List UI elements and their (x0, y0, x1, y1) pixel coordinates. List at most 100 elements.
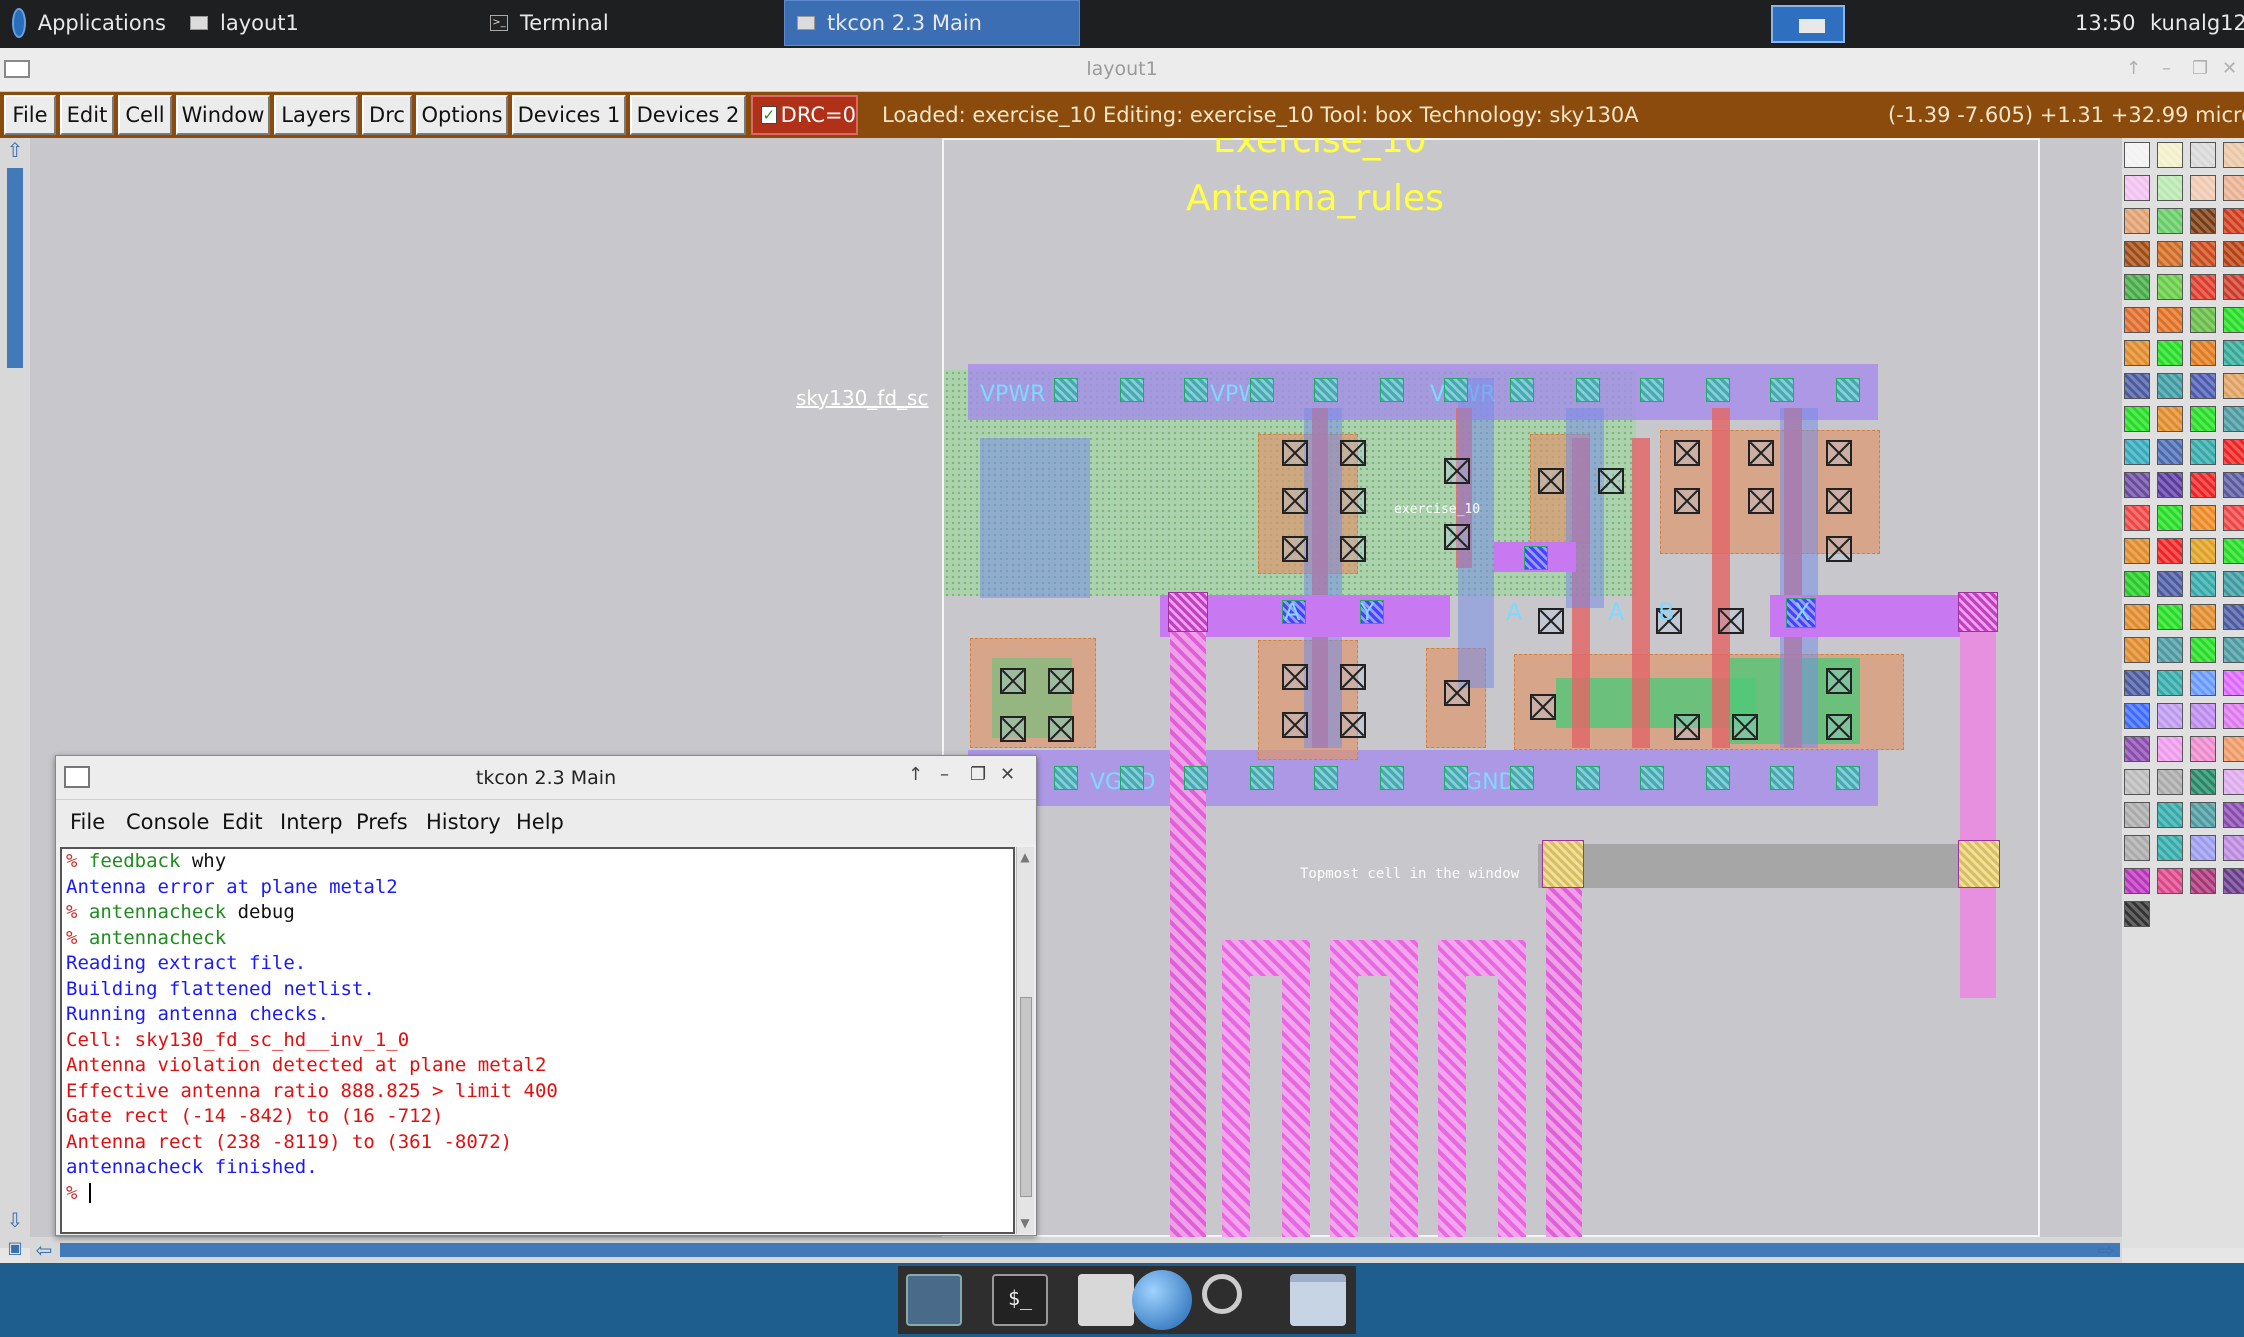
layer-swatch[interactable] (2124, 637, 2150, 663)
show-desktop-icon[interactable] (906, 1274, 962, 1326)
layer-swatch[interactable] (2157, 505, 2183, 531)
layer-swatch[interactable] (2223, 604, 2244, 630)
user-menu[interactable]: kunalg12 (2150, 0, 2244, 46)
menu-devices-1[interactable]: Devices 1 (512, 95, 626, 135)
layer-swatch[interactable] (2124, 505, 2150, 531)
layer-swatch[interactable] (2157, 571, 2183, 597)
console-scroll-thumb[interactable] (1020, 997, 1032, 1197)
layer-swatch[interactable] (2223, 406, 2244, 432)
layer-swatch[interactable] (2124, 472, 2150, 498)
layer-swatch[interactable] (2190, 208, 2216, 234)
layer-swatch[interactable] (2157, 637, 2183, 663)
close-icon[interactable]: ✕ (2222, 58, 2237, 79)
horizontal-scroll-thumb[interactable] (60, 1243, 2120, 1257)
menu-window[interactable]: Window (176, 95, 270, 135)
layer-swatch[interactable] (2223, 373, 2244, 399)
layer-swatch[interactable] (2157, 703, 2183, 729)
layer-swatch[interactable] (2124, 373, 2150, 399)
layer-swatch[interactable] (2124, 802, 2150, 828)
layer-swatch[interactable] (2223, 142, 2244, 168)
layer-swatch[interactable] (2157, 769, 2183, 795)
layer-swatch[interactable] (2190, 439, 2216, 465)
tk-menu-history[interactable]: History (426, 810, 501, 834)
menu-layers[interactable]: Layers (274, 95, 358, 135)
layer-swatch[interactable] (2223, 307, 2244, 333)
layer-swatch[interactable] (2124, 307, 2150, 333)
tk-menu-interp[interactable]: Interp (280, 810, 343, 834)
minimize-icon[interactable]: – (940, 764, 949, 785)
layer-swatch[interactable] (2190, 274, 2216, 300)
layer-swatch[interactable] (2223, 571, 2244, 597)
task-tkcon[interactable]: tkcon 2.3 Main (784, 0, 1080, 46)
layer-swatch[interactable] (2190, 340, 2216, 366)
layer-swatch[interactable] (2157, 340, 2183, 366)
layer-swatch[interactable] (2124, 274, 2150, 300)
scroll-up-icon[interactable]: ⇧ (3, 138, 27, 162)
layer-swatch[interactable] (2157, 736, 2183, 762)
layer-swatch[interactable] (2190, 472, 2216, 498)
layer-swatch[interactable] (2190, 307, 2216, 333)
layer-swatch[interactable] (2124, 571, 2150, 597)
layer-swatch[interactable] (2124, 208, 2150, 234)
layer-swatch[interactable] (2157, 241, 2183, 267)
maximize-icon[interactable]: ❐ (970, 764, 986, 785)
menu-devices-2[interactable]: Devices 2 (630, 95, 746, 135)
layer-swatch[interactable] (2190, 505, 2216, 531)
tk-menu-prefs[interactable]: Prefs (356, 810, 408, 834)
scroll-left-icon[interactable]: ⇦ (32, 1238, 56, 1262)
drc-toggle[interactable]: ✓ DRC=0 (751, 95, 858, 135)
close-icon[interactable]: ✕ (1000, 764, 1015, 785)
layer-swatch[interactable] (2223, 340, 2244, 366)
layer-swatch[interactable] (2223, 472, 2244, 498)
search-icon[interactable] (1202, 1274, 1242, 1314)
layer-swatch[interactable] (2190, 571, 2216, 597)
layer-swatch[interactable] (2190, 604, 2216, 630)
tk-menu-edit[interactable]: Edit (222, 810, 263, 834)
layer-swatch[interactable] (2190, 868, 2216, 894)
scroll-down-icon[interactable]: ▼ (1017, 1211, 1033, 1235)
layer-swatch[interactable] (2124, 142, 2150, 168)
layer-swatch[interactable] (2124, 769, 2150, 795)
layer-swatch[interactable] (2223, 868, 2244, 894)
layer-swatch[interactable] (2124, 538, 2150, 564)
layer-swatch[interactable] (2223, 274, 2244, 300)
layer-swatch[interactable] (2223, 703, 2244, 729)
layer-swatch[interactable] (2157, 175, 2183, 201)
layer-swatch[interactable] (2190, 670, 2216, 696)
layer-swatch[interactable] (2223, 835, 2244, 861)
layer-swatch[interactable] (2190, 406, 2216, 432)
layer-swatch[interactable] (2190, 637, 2216, 663)
layer-swatch[interactable] (2223, 670, 2244, 696)
layer-swatch[interactable] (2190, 703, 2216, 729)
scroll-down-icon[interactable]: ⇩ (3, 1208, 27, 1232)
layer-swatch[interactable] (2223, 637, 2244, 663)
layer-swatch[interactable] (2223, 208, 2244, 234)
menu-drc[interactable]: Drc (362, 95, 412, 135)
layer-swatch[interactable] (2124, 241, 2150, 267)
layer-swatch[interactable] (2190, 736, 2216, 762)
layer-swatch[interactable] (2124, 901, 2150, 927)
layer-swatch[interactable] (2190, 769, 2216, 795)
layer-swatch[interactable] (2124, 736, 2150, 762)
layer-swatch[interactable] (2124, 340, 2150, 366)
layer-swatch[interactable] (2190, 802, 2216, 828)
layer-swatch[interactable] (2223, 439, 2244, 465)
layer-swatch[interactable] (2124, 604, 2150, 630)
console-scrollbar[interactable]: ▲ ▼ (1016, 847, 1034, 1234)
home-folder-icon[interactable] (1078, 1274, 1134, 1326)
clock[interactable]: 13:50 (2075, 0, 2136, 46)
layer-swatch[interactable] (2190, 175, 2216, 201)
task-terminal[interactable]: >_ Terminal (478, 0, 778, 46)
layer-swatch[interactable] (2157, 406, 2183, 432)
workspace-switcher[interactable] (1771, 5, 1845, 43)
tk-menu-file[interactable]: File (70, 810, 105, 834)
layer-swatch[interactable] (2124, 175, 2150, 201)
scroll-right-icon[interactable]: ⇨ (2094, 1238, 2118, 1262)
layer-swatch[interactable] (2190, 142, 2216, 168)
layer-swatch[interactable] (2157, 307, 2183, 333)
menu-options[interactable]: Options (416, 95, 508, 135)
layer-swatch[interactable] (2124, 406, 2150, 432)
tkcon-console[interactable]: % feedback why Antenna error at plane met… (60, 847, 1015, 1234)
vertical-scrollbar[interactable]: ⇧ ⇩ ▣ (0, 138, 30, 1257)
layer-swatch[interactable] (2124, 835, 2150, 861)
